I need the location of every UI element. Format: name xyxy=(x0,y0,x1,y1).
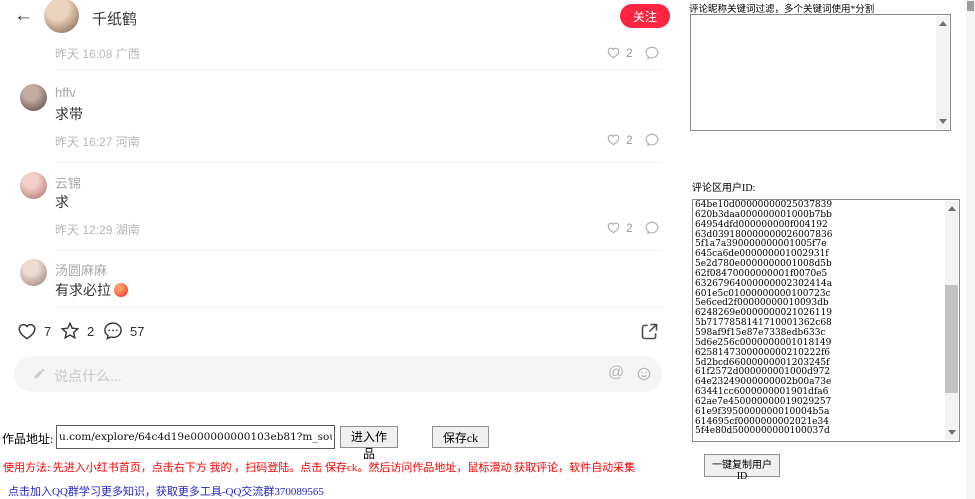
listbox-scrollbar[interactable] xyxy=(945,201,958,440)
comment-action[interactable]: 57 xyxy=(102,320,144,342)
comment-reply-icon[interactable] xyxy=(644,220,660,236)
comment-author[interactable]: 汤圆麻麻 xyxy=(55,260,107,279)
comment-input-placeholder: 说点什么... xyxy=(54,366,122,386)
comment-text: 求带 xyxy=(55,104,83,124)
chat-bubble-icon xyxy=(102,320,124,342)
scrollbar-thumb[interactable] xyxy=(945,285,958,393)
back-icon[interactable]: ← xyxy=(14,5,33,27)
emoji-picker-icon[interactable] xyxy=(636,366,652,382)
avatar[interactable] xyxy=(20,172,47,199)
user-id-listbox[interactable]: 64be10d00000000025037839 620b3daa0000000… xyxy=(692,199,960,442)
divider xyxy=(55,307,662,308)
star-icon xyxy=(59,320,81,342)
post-like-button[interactable]: 2 xyxy=(606,45,633,60)
author-name[interactable]: 千纸鹤 xyxy=(92,8,137,29)
comment-text: 有求必拉 xyxy=(55,280,128,300)
comment-like-count: 2 xyxy=(626,221,633,235)
pencil-icon xyxy=(32,366,47,381)
red-face-emoji-icon xyxy=(114,283,128,297)
app-window: ← 千纸鹤 关注 昨天 16:08 广西 2 hffv 求带 昨天 16:27 … xyxy=(0,0,975,499)
collect-action-count: 2 xyxy=(87,324,94,339)
comment-meta: 昨天 16:27 河南 xyxy=(55,133,140,150)
heart-icon xyxy=(606,132,621,147)
divider xyxy=(55,69,662,70)
mention-at-icon[interactable]: @ xyxy=(608,364,624,382)
scrollbar-thumb[interactable] xyxy=(967,1,974,11)
page-scrollbar[interactable] xyxy=(966,0,975,499)
post-like-count: 2 xyxy=(626,46,633,60)
comment-author[interactable]: 云锦 xyxy=(55,173,81,192)
comment-author[interactable]: hffv xyxy=(55,85,76,100)
save-ck-button[interactable]: 保存ck xyxy=(432,426,489,448)
copy-user-ids-button[interactable]: 一键复制用户ID xyxy=(704,454,780,477)
scroll-down-icon[interactable] xyxy=(939,119,947,124)
scroll-up-icon[interactable] xyxy=(948,206,956,211)
comment-reply-icon[interactable] xyxy=(644,132,660,148)
like-action[interactable]: 7 xyxy=(16,320,51,342)
divider xyxy=(55,250,662,251)
keyword-filter-textarea[interactable] xyxy=(690,14,951,131)
share-icon[interactable] xyxy=(639,321,660,342)
heart-icon xyxy=(606,45,621,60)
qq-group-link[interactable]: 点击加入QQ群学习更多知识，获取更多工具-QQ交流群370089565 xyxy=(8,483,324,499)
heart-icon xyxy=(606,220,621,235)
scroll-up-icon[interactable] xyxy=(939,21,947,26)
post-meta: 昨天 16:08 广西 xyxy=(55,45,140,62)
user-id-label: 评论区用户ID: xyxy=(692,179,755,194)
comment-input[interactable]: 说点什么... @ xyxy=(14,356,662,392)
post-reply-icon[interactable] xyxy=(644,45,660,61)
heart-icon xyxy=(16,320,38,342)
comment-like-button[interactable]: 2 xyxy=(606,220,633,235)
comment-meta: 昨天 12:29 湖南 xyxy=(55,221,140,238)
url-label: 作品地址: xyxy=(2,430,53,447)
author-avatar[interactable] xyxy=(44,0,79,33)
scroll-down-icon[interactable] xyxy=(948,430,956,435)
textarea-scrollbar[interactable] xyxy=(936,16,949,129)
comment-action-count: 57 xyxy=(130,324,144,339)
user-id-list[interactable]: 64be10d00000000025037839 620b3daa0000000… xyxy=(693,200,959,437)
follow-button[interactable]: 关注 xyxy=(620,4,670,28)
comment-like-count: 2 xyxy=(626,133,633,147)
avatar[interactable] xyxy=(20,259,47,286)
comment-like-button[interactable]: 2 xyxy=(606,132,633,147)
usage-instructions: 使用方法: 先进入小红书首页，点击右下方 我的 ，扫码登陆。点击 保存ck。然后… xyxy=(3,459,635,475)
keyword-filter-label: 评论昵称关键词过滤，多个关键词使用*分割 xyxy=(689,1,874,15)
like-action-count: 7 xyxy=(44,324,51,339)
divider xyxy=(55,162,662,163)
comment-text: 求 xyxy=(55,192,69,212)
collect-action[interactable]: 2 xyxy=(59,320,94,342)
avatar[interactable] xyxy=(20,84,47,111)
url-input[interactable] xyxy=(56,425,335,449)
enter-work-button[interactable]: 进入作品 xyxy=(340,426,398,448)
